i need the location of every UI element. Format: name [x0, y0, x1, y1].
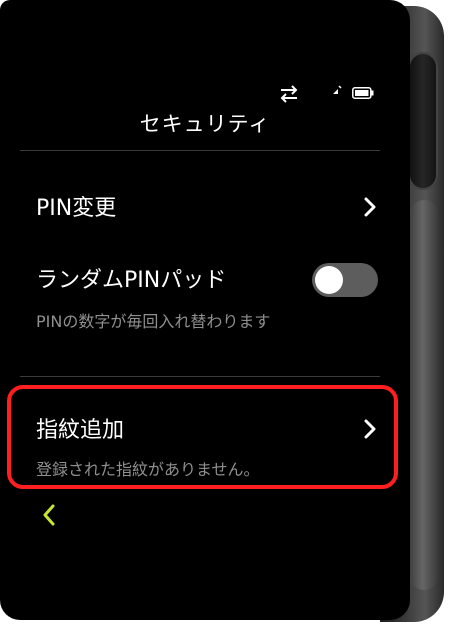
page-title: セキュリティ [139, 112, 271, 136]
signal-icon [333, 85, 342, 94]
battery-icon [352, 87, 374, 99]
status-bar [276, 84, 386, 104]
chevron-right-icon [364, 197, 376, 217]
toggle-knob [315, 266, 343, 294]
settings-item-label: PIN変更 [36, 196, 117, 221]
device-side-rail [410, 200, 438, 590]
highlight-annotation [7, 385, 398, 489]
random-pin-pad-toggle[interactable] [312, 263, 378, 297]
title-divider [20, 150, 380, 151]
sync-arrows-icon [280, 85, 298, 103]
side-button[interactable] [408, 52, 438, 190]
section-divider [20, 376, 380, 377]
hardware-wallet-device: セキュリティ PIN変更 ランダムPINパッド PINの数字が毎回入れ替わります… [0, 0, 450, 630]
settings-item-label: ランダムPINパッド [36, 268, 227, 293]
device-screen: セキュリティ PIN変更 ランダムPINパッド PINの数字が毎回入れ替わります… [0, 0, 410, 620]
back-chevron-left-icon[interactable] [40, 503, 58, 527]
settings-item-description: PINの数字が毎回入れ替わります [36, 312, 271, 331]
